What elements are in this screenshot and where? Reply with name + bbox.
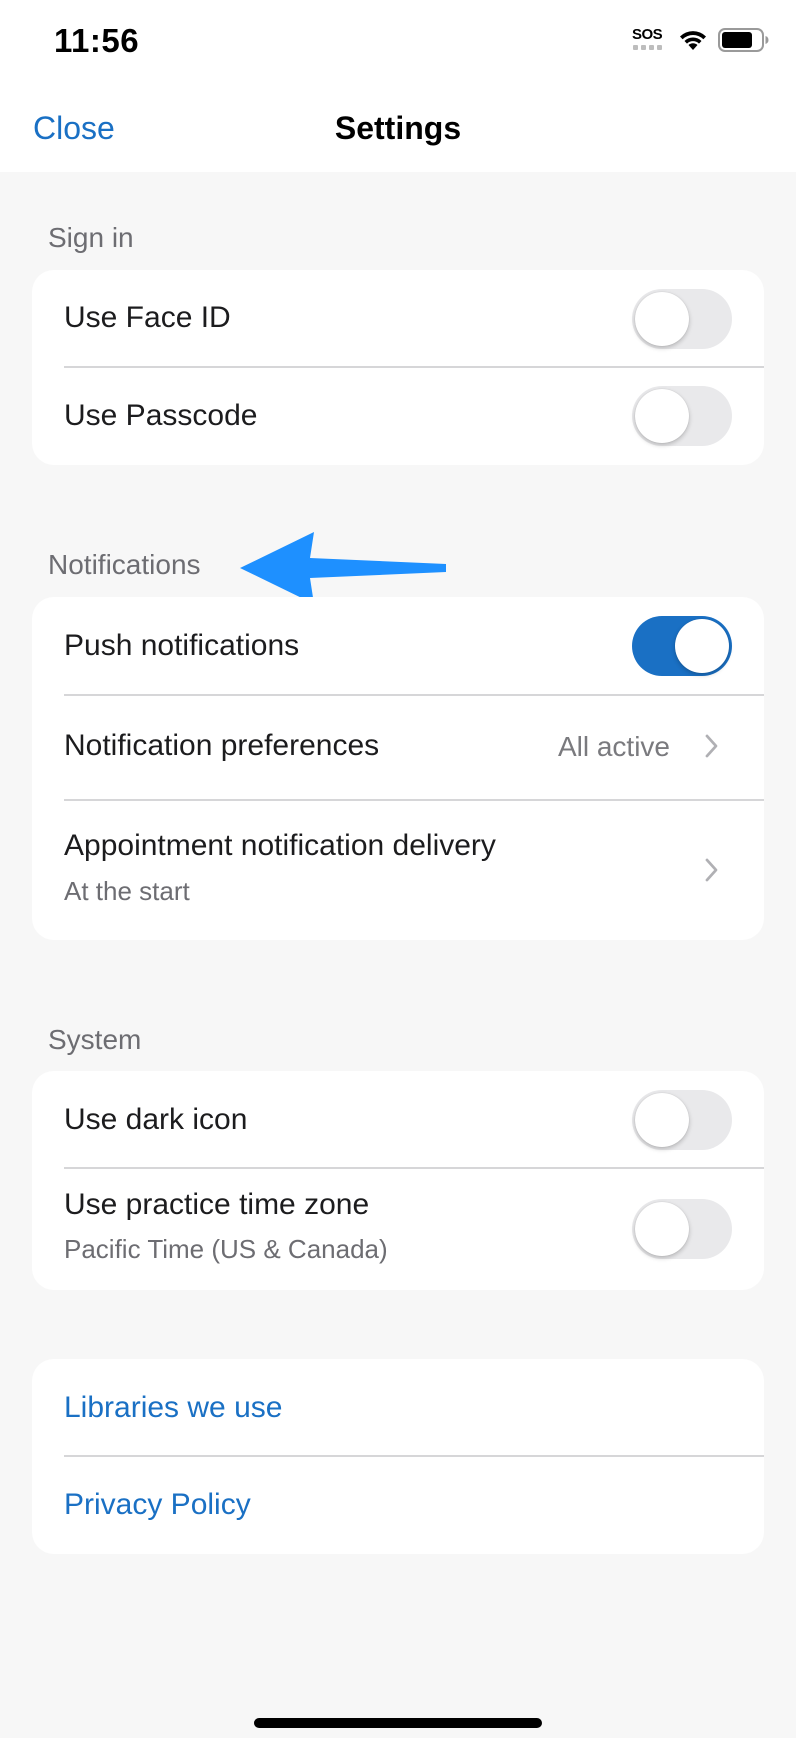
passcode-toggle[interactable] bbox=[632, 386, 732, 446]
chevron-right-icon bbox=[705, 858, 718, 882]
home-indicator[interactable] bbox=[254, 1718, 542, 1728]
dark-icon-toggle[interactable] bbox=[632, 1090, 732, 1150]
push-notifications-label: Push notifications bbox=[64, 629, 300, 662]
close-button[interactable]: Close bbox=[33, 110, 115, 147]
libraries-row[interactable]: Libraries we use bbox=[32, 1359, 764, 1456]
face-id-toggle[interactable] bbox=[632, 289, 732, 349]
practice-time-zone-row[interactable]: Use practice time zone Pacific Time (US … bbox=[32, 1168, 764, 1290]
wifi-icon bbox=[680, 31, 706, 50]
nav-bar: Settings Close bbox=[0, 80, 796, 172]
sos-icon: SOS bbox=[632, 26, 664, 54]
sos-label: SOS bbox=[632, 26, 663, 43]
push-notifications-toggle[interactable] bbox=[632, 616, 732, 676]
appointment-delivery-subtitle: At the start bbox=[64, 876, 190, 906]
links-group: Libraries we use Privacy Policy bbox=[32, 1359, 764, 1554]
dark-icon-label: Use dark icon bbox=[64, 1103, 248, 1136]
face-id-label: Use Face ID bbox=[64, 301, 231, 334]
privacy-policy-row[interactable]: Privacy Policy bbox=[32, 1456, 764, 1554]
system-group: Use dark icon Use practice time zone Pac… bbox=[32, 1071, 764, 1290]
chevron-right-icon bbox=[705, 734, 718, 758]
settings-screen: 11:56 SOS Settings Close Sign in Use Fac… bbox=[0, 0, 796, 1738]
annotation-arrow-icon bbox=[240, 532, 446, 604]
section-header-system: System bbox=[48, 1024, 142, 1055]
libraries-link[interactable]: Libraries we use bbox=[64, 1391, 282, 1425]
status-bar: 11:56 SOS bbox=[0, 0, 796, 80]
appointment-delivery-label: Appointment notification delivery bbox=[64, 829, 496, 862]
practice-time-zone-subtitle: Pacific Time (US & Canada) bbox=[64, 1234, 388, 1264]
section-header-notifications: Notifications bbox=[48, 549, 201, 580]
status-time: 11:56 bbox=[54, 22, 140, 59]
practice-time-zone-toggle[interactable] bbox=[632, 1199, 732, 1259]
notification-preferences-label: Notification preferences bbox=[64, 729, 380, 762]
page-title: Settings bbox=[334, 110, 462, 146]
section-header-sign-in: Sign in bbox=[48, 222, 134, 253]
privacy-policy-link[interactable]: Privacy Policy bbox=[64, 1488, 251, 1522]
appointment-delivery-row[interactable]: Appointment notification delivery At the… bbox=[32, 800, 764, 940]
notifications-group: Push notifications Notification preferen… bbox=[32, 597, 764, 940]
passcode-label: Use Passcode bbox=[64, 399, 258, 432]
sign-in-group: Use Face ID Use Passcode bbox=[32, 270, 764, 465]
dark-icon-row[interactable]: Use dark icon bbox=[32, 1071, 764, 1168]
battery-icon bbox=[718, 28, 769, 52]
passcode-row[interactable]: Use Passcode bbox=[32, 367, 764, 465]
notification-preferences-row[interactable]: Notification preferences All active bbox=[32, 695, 764, 799]
notification-preferences-value: All active bbox=[557, 731, 670, 762]
push-notifications-row[interactable]: Push notifications bbox=[32, 597, 764, 694]
face-id-row[interactable]: Use Face ID bbox=[32, 270, 764, 367]
practice-time-zone-label: Use practice time zone bbox=[64, 1188, 370, 1221]
